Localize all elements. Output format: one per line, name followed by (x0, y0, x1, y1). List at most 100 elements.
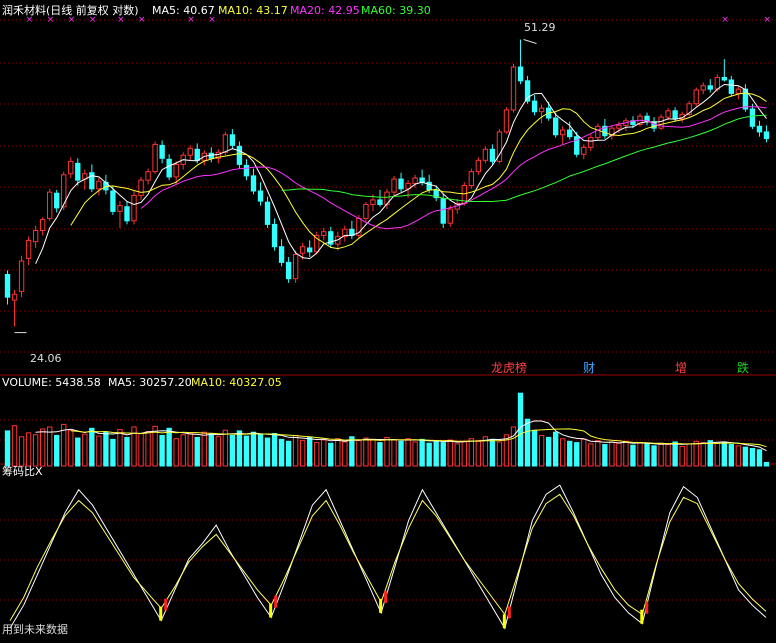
event-zengchi[interactable]: 增 (675, 361, 687, 375)
sell-signal-bar (164, 598, 168, 611)
volume-bar (595, 440, 601, 467)
candle-body (714, 77, 720, 90)
buy-signal-bar (379, 598, 383, 613)
volume-bar (398, 440, 404, 467)
candle-body (398, 178, 404, 190)
volume-bar (700, 442, 706, 467)
volume-bar (560, 438, 566, 467)
volume-label: VOLUME: 5438.58 (2, 376, 101, 389)
volume-bar (215, 436, 222, 467)
candle-body (271, 223, 278, 248)
volume-bar (391, 439, 397, 467)
candle-body (721, 77, 727, 81)
volume-bar (271, 433, 278, 467)
volume-bar (665, 444, 671, 467)
candle-body (419, 177, 425, 183)
volume-bar (489, 438, 496, 467)
candle-body (377, 199, 383, 205)
volume-bar (321, 439, 327, 467)
volume-bar (693, 440, 699, 467)
signal-marker: × (763, 15, 771, 25)
candle-body (152, 143, 158, 173)
candle-body (307, 247, 313, 253)
candle-body (257, 190, 264, 202)
event-caibao[interactable]: 财 (583, 361, 595, 375)
volume-bar (356, 440, 362, 467)
buy-signal-bar (159, 606, 163, 621)
volume-bar (328, 442, 334, 467)
volume-bar (103, 431, 109, 467)
volume-bar (588, 443, 594, 467)
candle-body (264, 201, 271, 225)
volume-bar (187, 432, 193, 467)
candle-body (531, 100, 538, 113)
volume-bar (749, 447, 756, 467)
candle-body (25, 239, 32, 259)
candle-body (229, 134, 236, 146)
volume-bar (11, 425, 18, 467)
volume-bar (552, 431, 559, 467)
ma20-value: MA20: 42.95 (290, 4, 360, 17)
volume-bar (39, 428, 46, 467)
volume-bar (250, 431, 257, 467)
volume-bar (510, 426, 517, 467)
candle-body (166, 158, 172, 178)
volume-bar (285, 440, 292, 467)
candle-body (468, 171, 475, 187)
candle-body (475, 159, 482, 173)
volume-bar (278, 438, 285, 467)
candle-body (138, 179, 144, 196)
volume-bar (419, 438, 425, 467)
candle-body (707, 85, 713, 90)
candle-body (363, 203, 369, 219)
volume-bar (658, 442, 664, 467)
volume-bar (574, 442, 580, 467)
candle-body (159, 144, 165, 159)
candle-body (693, 89, 699, 105)
volume-bar (349, 436, 355, 467)
volume-bar (236, 430, 243, 467)
candle-body (665, 110, 671, 118)
volume-bar (609, 441, 615, 467)
volume-bar (138, 433, 144, 467)
sell-signal-bar (384, 590, 388, 603)
volume-bar (159, 434, 165, 467)
event-longhubang[interactable]: 龙虎榜 (491, 361, 527, 375)
event-die[interactable]: 跌 (737, 361, 749, 375)
volume-bar (25, 432, 32, 467)
candle-body (131, 194, 137, 222)
volume-bar (292, 434, 299, 467)
volume-bar (524, 418, 531, 467)
volume-bar (377, 442, 383, 467)
volume-bar (447, 439, 453, 467)
volume-bar (264, 437, 271, 467)
volume-bar (335, 438, 341, 467)
candle-body (321, 231, 327, 236)
candle-body (728, 79, 735, 94)
volume-bar (208, 433, 214, 467)
volume-bar (538, 434, 545, 467)
candle-body (96, 180, 102, 190)
candle-body (278, 246, 285, 263)
candle-body (412, 177, 418, 184)
volume-bar (75, 437, 81, 467)
volume-bar (307, 436, 313, 467)
volume-bar (721, 441, 727, 467)
volume-bar (567, 440, 573, 467)
volume-bar (454, 443, 460, 467)
sell-signal-bar (274, 595, 278, 608)
volume-bar (405, 438, 411, 467)
volume-bar (145, 431, 151, 467)
volume-bar (623, 440, 629, 467)
signal-marker: × (721, 15, 729, 25)
candle-body (187, 147, 193, 156)
volume-bar (461, 440, 467, 467)
candle-body (672, 110, 678, 120)
volume-bar (581, 438, 587, 467)
sell-signal-bar (645, 601, 649, 614)
volume-ma10: MA10: 40327.05 (191, 376, 282, 389)
volume-bar (468, 438, 475, 467)
volume-bar (384, 436, 390, 467)
volume-bar (299, 440, 306, 467)
sell-signal-bar (507, 606, 511, 619)
